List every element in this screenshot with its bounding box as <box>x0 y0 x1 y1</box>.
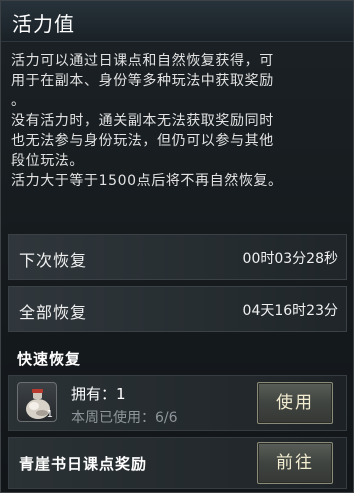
next-recovery-time: 00时03分28秒 <box>242 251 338 267</box>
vitality-panel: 活力值 活力可以通过日课点和自然恢复获得，可 用于在副本、身份等多种玩法中获取奖… <box>0 0 354 493</box>
description-line: 。 <box>11 93 26 109</box>
goto-button[interactable]: 前往 <box>257 442 333 484</box>
description-line: 活力可以通过日课点和自然恢复获得，可 <box>11 53 274 69</box>
title-bar: 活力值 <box>1 1 353 42</box>
weekly-used-text: 本周已使用：6/6 <box>71 410 178 426</box>
next-recovery-label: 下次恢复 <box>19 251 88 270</box>
use-button[interactable]: 使用 <box>257 382 333 424</box>
owned-count-text: 拥有：1 <box>71 385 126 403</box>
description-line: 也无法参与身份玩法，但仍可以参与其他 <box>11 133 274 149</box>
full-recovery-label: 全部恢复 <box>19 303 88 322</box>
next-recovery-row: 下次恢复 00时03分28秒 <box>8 234 347 280</box>
description-line: 段位玩法。 <box>11 153 84 169</box>
description-line: 没有活力时，通关副本无法获取奖励同时 <box>11 113 274 129</box>
quick-recovery-title: 快速恢复 <box>17 350 82 368</box>
description-line: 活力大于等于1500点后将不再自然恢复。 <box>11 173 283 189</box>
full-recovery-row: 全部恢复 04天16时23分 <box>8 286 347 332</box>
vitality-description: 活力可以通过日课点和自然恢复获得，可 用于在副本、身份等多种玩法中获取奖励 。 … <box>11 51 349 191</box>
description-line: 用于在副本、身份等多种玩法中获取奖励 <box>11 73 274 89</box>
full-recovery-time: 04天16时23分 <box>242 303 338 319</box>
panel-title: 活力值 <box>12 12 75 36</box>
potion-flask-icon[interactable]: 1 <box>17 382 57 422</box>
daily-reward-label: 青崖书日课点奖励 <box>19 455 148 473</box>
item-count: 1 <box>46 409 53 420</box>
